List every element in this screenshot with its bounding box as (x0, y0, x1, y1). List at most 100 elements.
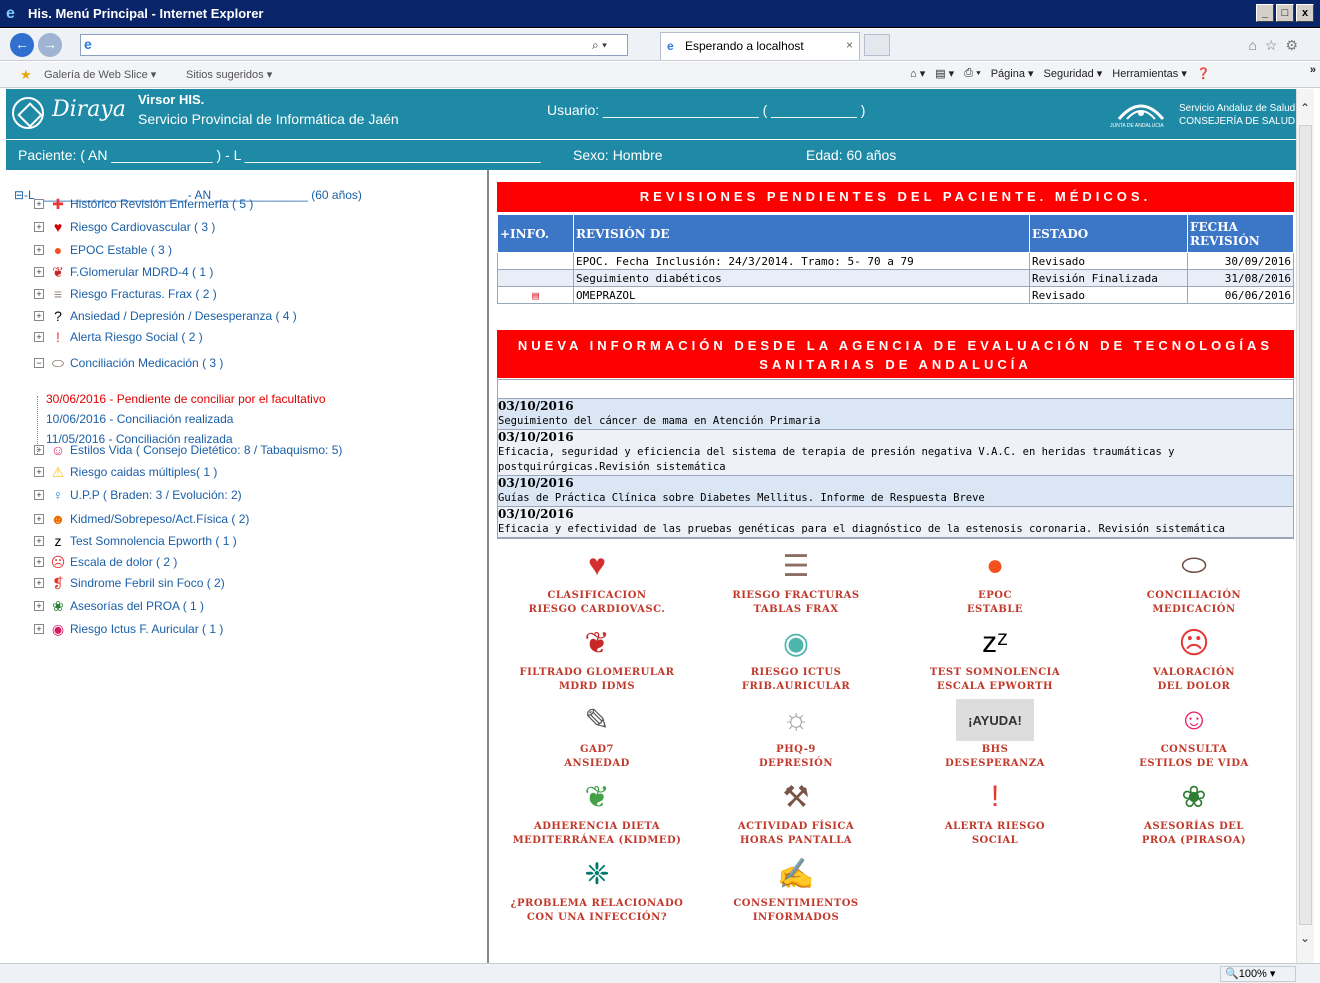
tile-label-line-2[interactable]: ESTABLE (905, 603, 1085, 617)
back-button[interactable]: ← (10, 33, 34, 57)
module-tile[interactable]: ! ALERTA RIESGO SOCIAL (905, 776, 1085, 848)
expand-toggle-icon[interactable]: + (34, 245, 44, 255)
menu-herramientas[interactable]: Herramientas ▾ (1112, 67, 1187, 80)
tile-label-line-1[interactable]: FILTRADO GLOMERULAR (507, 666, 687, 680)
tile-label-line-2[interactable]: DEL DOLOR (1104, 680, 1284, 694)
tree-item[interactable]: − ⬭ Conciliación Medicación ( 3 ) (34, 353, 223, 373)
tree-subitem[interactable]: 11/05/2016 - Conciliación realizada (46, 432, 233, 448)
ayuda-icon[interactable]: ¡AYUDA! (956, 699, 1034, 741)
list-item[interactable]: 03/10/2016 Eficacia y efectividad de las… (498, 507, 1293, 538)
brain-icon[interactable]: ◉ (772, 622, 820, 664)
tile-label-line-1[interactable]: RIESGO ICTUS (706, 666, 886, 680)
lungs-icon[interactable]: ● (971, 545, 1019, 587)
tile-label-line-1[interactable]: CONSENTIMIENTOS (706, 897, 886, 911)
tile-label-line-1[interactable]: CONCILIACIÓN (1104, 589, 1284, 603)
expand-toggle-icon[interactable]: + (34, 311, 44, 321)
news-text[interactable]: Seguimiento del cáncer de mama en Atenci… (498, 414, 1293, 429)
activity-icon[interactable]: ⚒ (772, 776, 820, 818)
favorite-suggested-sites[interactable]: Sitios sugeridos ▾ (186, 68, 272, 81)
pills-icon[interactable]: ⬭ (1170, 545, 1218, 587)
tree-item-label[interactable]: Riesgo Ictus F. Auricular ( 1 ) (70, 622, 223, 636)
tree-item[interactable]: + ❦ F.Glomerular MDRD-4 ( 1 ) (34, 262, 213, 282)
tree-subitem[interactable]: 10/06/2016 - Conciliación realizada (46, 412, 233, 428)
tile-label-line-1[interactable]: TEST SOMNOLENCIA (905, 666, 1085, 680)
module-tile[interactable]: ❦ FILTRADO GLOMERULAR MDRD IDMS (507, 622, 687, 694)
favorite-web-slice-gallery[interactable]: Galería de Web Slice ▾ (44, 68, 156, 81)
sad-face-icon[interactable]: ☹ (1170, 622, 1218, 664)
table-row[interactable]: ▤ OMEPRAZOL Revisado 06/06/2016 (497, 286, 1294, 304)
browser-tab[interactable]: e Esperando a localhost × (660, 32, 860, 60)
tile-label-line-1[interactable]: ACTIVIDAD FÍSICA (706, 820, 886, 834)
tile-label-line-2[interactable]: SOCIAL (905, 834, 1085, 848)
tree-item-label[interactable]: Escala de dolor ( 2 ) (70, 555, 177, 569)
stethoscope-heart-icon[interactable]: ♥ (573, 545, 621, 587)
module-tile[interactable]: ❈ ¿PROBLEMA RELACIONADO CON UNA INFECCIÓN? (507, 853, 687, 925)
tile-label-line-1[interactable]: ADHERENCIA DIETA (507, 820, 687, 834)
expand-toggle-icon[interactable]: + (34, 467, 44, 477)
scroll-up-icon[interactable]: ⌃ (1300, 101, 1310, 115)
list-item[interactable]: 03/10/2016 Eficacia, seguridad y eficien… (498, 430, 1293, 476)
expand-toggle-icon[interactable]: + (34, 490, 44, 500)
tile-label-line-1[interactable]: ASESORÍAS DEL (1104, 820, 1284, 834)
module-tile[interactable]: ☺ CONSULTA ESTILOS DE VIDA (1104, 699, 1284, 771)
module-tile[interactable]: ☼ PHQ-9 DEPRESIÓN (706, 699, 886, 771)
expand-toggle-icon[interactable]: + (34, 557, 44, 567)
tile-label-line-1[interactable]: RIESGO FRACTURAS (706, 589, 886, 603)
url-input[interactable] (80, 34, 628, 56)
tree-item-label[interactable]: Test Somnolencia Epworth ( 1 ) (70, 534, 237, 548)
list-item[interactable]: 03/10/2016 Seguimiento del cáncer de mam… (498, 399, 1293, 430)
tile-label-line-2[interactable]: MEDITERRÁNEA (KIDMED) (507, 834, 687, 848)
module-tile[interactable]: ✎ GAD7 ANSIEDAD (507, 699, 687, 771)
expand-toggle-icon[interactable]: + (34, 601, 44, 611)
table-row[interactable]: EPOC. Fecha Inclusión: 24/3/2014. Tramo:… (497, 252, 1294, 270)
tree-item[interactable]: + ♀ U.P.P ( Braden: 3 / Evolución: 2) (34, 485, 242, 505)
tile-label-line-1[interactable]: CLASIFICACION (507, 589, 687, 603)
tree-item-label[interactable]: Conciliación Medicación ( 3 ) (70, 356, 223, 370)
news-text[interactable]: Eficacia, seguridad y eficiencia del sis… (498, 445, 1293, 475)
tree-item-label[interactable]: Riesgo Fracturas. Frax ( 2 ) (70, 287, 217, 301)
tile-label-line-1[interactable]: ALERTA RIESGO (905, 820, 1085, 834)
tree-item[interactable]: + z Test Somnolencia Epworth ( 1 ) (34, 531, 237, 551)
home-favorites-settings-icons[interactable]: ⌂☆⚙ (1248, 37, 1306, 54)
vertical-scrollbar[interactable]: ⌃ ⌄ (1296, 89, 1314, 963)
tree-item[interactable]: + ☻ Kidmed/Sobrepeso/Act.Física ( 2) (34, 509, 249, 529)
tree-item-label[interactable]: Kidmed/Sobrepeso/Act.Física ( 2) (70, 512, 249, 526)
virus-icon[interactable]: ❀ (1170, 776, 1218, 818)
tree-item[interactable]: + ⚠ Riesgo caidas múltiples( 1 ) (34, 462, 217, 482)
tile-label-line-2[interactable]: HORAS PANTALLA (706, 834, 886, 848)
tile-label-line-1[interactable]: BHS (905, 743, 1085, 757)
tree-item[interactable]: + ❡ Sindrome Febril sin Foco ( 2) (34, 573, 225, 593)
help-icon[interactable]: ❓ (1197, 67, 1211, 80)
tile-label-line-2[interactable]: INFORMADOS (706, 911, 886, 925)
tree-item[interactable]: + ≡ Riesgo Fracturas. Frax ( 2 ) (34, 284, 217, 304)
tree-item-label[interactable]: EPOC Estable ( 3 ) (70, 243, 172, 257)
module-tile[interactable]: ☰ RIESGO FRACTURAS TABLAS FRAX (706, 545, 886, 617)
tree-item-label[interactable]: Histórico Revisión Enfermería ( 5 ) (70, 197, 253, 211)
expand-toggle-icon[interactable]: + (34, 514, 44, 524)
tree-item[interactable]: + ❀ Asesorías del PROA ( 1 ) (34, 596, 204, 616)
table-row[interactable]: Seguimiento diabéticos Revisión Finaliza… (497, 269, 1294, 287)
tree-item-label[interactable]: Riesgo Cardiovascular ( 3 ) (70, 220, 215, 234)
close-button[interactable]: x (1296, 4, 1314, 22)
tile-label-line-1[interactable]: GAD7 (507, 743, 687, 757)
tree-subitem[interactable]: 30/06/2016 - Pendiente de conciliar por … (46, 392, 326, 408)
document-pen-icon[interactable]: ✍ (772, 853, 820, 895)
tile-label-line-2[interactable]: RIESGO CARDIOVASC. (507, 603, 687, 617)
tree-item[interactable]: + ◉ Riesgo Ictus F. Auricular ( 1 ) (34, 619, 223, 639)
feeds-icon[interactable]: ▤ ▾ (935, 67, 954, 80)
tile-label-line-1[interactable]: VALORACIÓN (1104, 666, 1284, 680)
module-tile[interactable]: ⬭ CONCILIACIÓN MEDICACIÓN (1104, 545, 1284, 617)
maximize-button[interactable]: □ (1276, 4, 1294, 22)
tree-item[interactable]: +? Ansiedad / Depresión / Desesperanza ( … (34, 306, 297, 326)
more-chevron-icon[interactable]: » (1310, 64, 1316, 76)
note-icon[interactable]: ✎ (573, 699, 621, 741)
list-item[interactable]: 03/10/2016 Guías de Práctica Clínica sob… (498, 476, 1293, 507)
salad-icon[interactable]: ❦ (573, 776, 621, 818)
module-tile[interactable]: ¡AYUDA! BHS DESESPERANZA (905, 699, 1085, 771)
tree-item-label[interactable]: Sindrome Febril sin Foco ( 2) (70, 576, 225, 590)
menu-seguridad[interactable]: Seguridad ▾ (1044, 67, 1103, 80)
tile-label-line-1[interactable]: ¿PROBLEMA RELACIONADO (507, 897, 687, 911)
module-tile[interactable]: ✍ CONSENTIMIENTOS INFORMADOS (706, 853, 886, 925)
expand-toggle-icon[interactable]: − (34, 358, 44, 368)
expand-toggle-icon[interactable]: + (34, 332, 44, 342)
